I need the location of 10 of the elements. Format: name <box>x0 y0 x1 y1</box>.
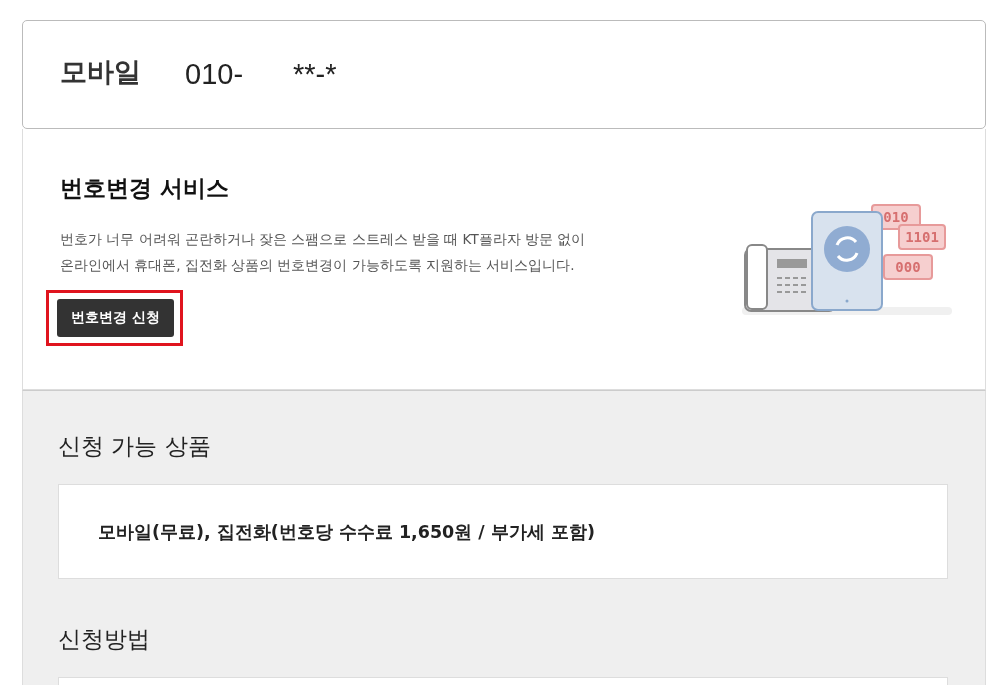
phone-number: **-* <box>293 58 337 91</box>
description-text: 번호가 너무 어려워 곤란하거나 잦은 스팸으로 스트레스 받을 때 KT플라자 방문 없이 온라인에서 휴대폰, 집전화 상품의 번호변경이 가능하도록 지원하는 서비스입니다. <box>60 230 586 275</box>
section-title: 신청방법 <box>58 625 151 654</box>
phone-change-drawing: 010 1101 000 <box>737 199 955 319</box>
apply-button[interactable]: 번호변경 신청 <box>57 299 174 337</box>
line-type-label: 모바일 <box>60 54 141 89</box>
phone-number: 010- <box>185 58 244 91</box>
section-title: 신청 가능 상품 <box>58 432 212 461</box>
section-title: 번호변경 서비스 <box>60 174 230 203</box>
product-text: 모바일(무료), 집전화(번호당 수수료 1,650원 / 부가세 포함) <box>98 520 595 544</box>
